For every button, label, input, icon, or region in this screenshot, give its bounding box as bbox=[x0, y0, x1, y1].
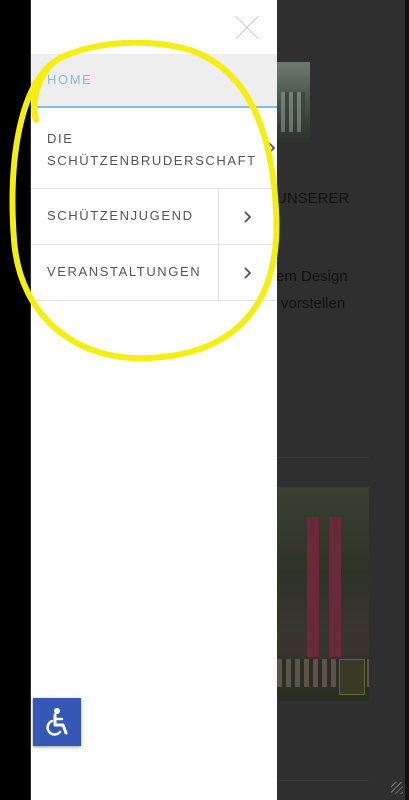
wheelchair-icon bbox=[46, 708, 68, 736]
menu-item-schuetzenjugend[interactable]: SCHÜTZENJUGEND bbox=[31, 189, 277, 245]
background-text-heading: UNSERER bbox=[276, 190, 350, 207]
background-photo-church bbox=[277, 487, 369, 701]
menu-item-schuetzenbruderschaft[interactable]: DIE SCHÜTZENBRUDERSCHAFT bbox=[31, 108, 277, 189]
resize-grip-icon[interactable] bbox=[391, 782, 403, 794]
chevron-right-icon[interactable] bbox=[265, 108, 279, 188]
menu-item-home[interactable]: HOME bbox=[31, 54, 277, 108]
window-frame-edge bbox=[405, 0, 409, 800]
menu-item-veranstaltungen[interactable]: VERANSTALTUNGEN bbox=[31, 245, 277, 301]
background-photo-group bbox=[277, 62, 310, 144]
chevron-right-icon[interactable] bbox=[218, 189, 277, 244]
menu-list: HOME DIE SCHÜTZENBRUDERSCHAFT SCHÜTZENJU… bbox=[31, 54, 277, 301]
background-divider bbox=[277, 457, 369, 458]
background-text-line-2: vorstellen bbox=[281, 295, 346, 312]
menu-item-label: DIE SCHÜTZENBRUDERSCHAFT bbox=[47, 131, 257, 168]
background-text-line-1: em Design bbox=[276, 268, 348, 285]
menu-item-label: HOME bbox=[47, 72, 93, 87]
chevron-right-icon[interactable] bbox=[218, 245, 277, 300]
accessibility-button[interactable] bbox=[33, 698, 81, 746]
nav-drawer: HOME DIE SCHÜTZENBRUDERSCHAFT SCHÜTZENJU… bbox=[31, 0, 277, 800]
crest-icon bbox=[339, 659, 365, 695]
close-icon[interactable] bbox=[235, 16, 259, 40]
background-divider bbox=[277, 780, 369, 781]
